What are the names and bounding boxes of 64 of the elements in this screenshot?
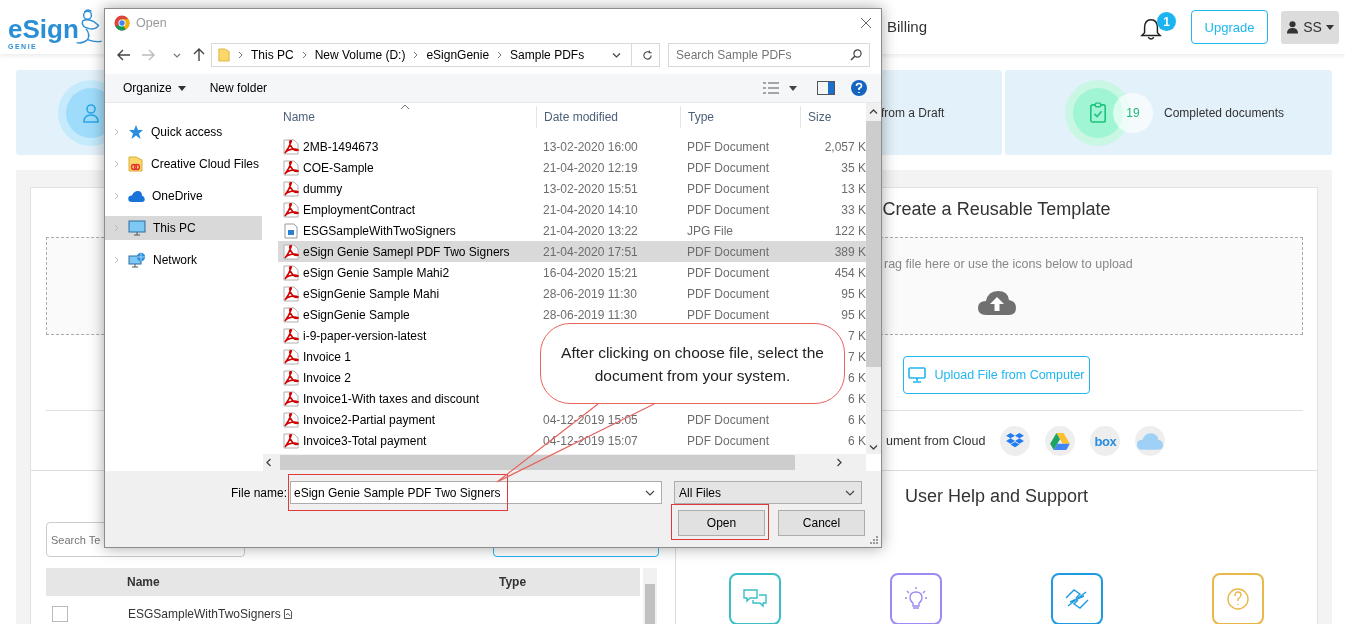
date-cell: 13-02-2020 16:00 xyxy=(543,139,638,154)
callout-text: After clicking on choose file, select the document from your system. xyxy=(560,342,825,386)
dialog-title: Open xyxy=(136,15,168,30)
file-name: i-9-paper-version-latest xyxy=(303,328,427,343)
file-name-label: File name: xyxy=(229,485,288,500)
date-cell: 28-06-2019 11:30 xyxy=(543,307,637,322)
section-title: User Help and Support xyxy=(904,485,1089,507)
type-cell: PDF Document xyxy=(687,286,770,301)
size-cell: 6 K xyxy=(848,433,866,448)
file-name: EmploymentContract xyxy=(303,202,416,217)
type-cell: PDF Document xyxy=(687,181,770,196)
size-cell: 33 K xyxy=(841,202,866,217)
file-name: dummy xyxy=(303,181,343,196)
table-cell: ESGSampleWithTwoSigners xyxy=(128,607,281,621)
section-title: Create a Reusable Template xyxy=(882,198,1111,220)
size-cell: 6 K xyxy=(848,370,866,385)
notification-badge: 1 xyxy=(1157,12,1176,31)
stat-label: from a Draft xyxy=(881,105,945,120)
size-cell: 389 K xyxy=(834,244,866,259)
file-name: Invoice 2 xyxy=(303,370,352,385)
size-cell: 6 K xyxy=(848,412,866,427)
column-header: Type xyxy=(499,575,527,589)
file-name: Invoice1-With taxes and discount xyxy=(303,391,480,406)
size-cell: 35 K xyxy=(841,160,866,175)
logo-text: eSign xyxy=(8,15,79,42)
type-cell: PDF Document xyxy=(687,265,770,280)
file-name: Invoice 1 xyxy=(303,349,352,364)
type-cell: PDF Document xyxy=(687,433,770,448)
type-cell: PDF Document xyxy=(687,412,770,427)
date-cell: 16-04-2020 15:21 xyxy=(543,265,638,280)
date-cell: 13-02-2020 15:51 xyxy=(543,181,638,196)
date-cell: 21-04-2020 14:10 xyxy=(543,202,638,217)
type-cell: JPG File xyxy=(687,223,733,238)
date-cell: 21-04-2020 17:51 xyxy=(543,244,638,259)
file-name: eSignGenie Sample xyxy=(303,307,410,322)
column-header: Name xyxy=(127,575,161,589)
file-name: COE-Sample xyxy=(303,160,374,175)
date-cell: 21-04-2020 13:22 xyxy=(543,223,638,238)
file-name: eSignGenie Sample Mahi xyxy=(303,286,440,301)
type-cell: PDF Document xyxy=(687,307,770,322)
date-cell: 21-04-2020 12:19 xyxy=(543,160,638,175)
type-cell: PDF Document xyxy=(687,160,770,175)
file-name: 2MB-1494673 xyxy=(303,139,379,154)
stat-label: Completed documents xyxy=(1164,105,1285,120)
date-cell: 28-06-2019 11:30 xyxy=(543,286,637,301)
size-cell: 7 K xyxy=(848,349,866,364)
cloud-label: ument from Cloud xyxy=(886,434,986,448)
file-name: Invoice3-Total payment xyxy=(303,433,427,448)
size-cell: 13 K xyxy=(841,181,866,196)
type-cell: PDF Document xyxy=(687,244,770,259)
size-cell: 6 K xyxy=(848,391,866,406)
type-cell: PDF Document xyxy=(687,139,770,154)
file-name: ESGSampleWithTwoSigners xyxy=(303,223,456,238)
file-name: eSign Genie Sample Mahi2 xyxy=(303,265,450,280)
file-name: eSign Genie Samepl PDF Two Signers xyxy=(303,244,510,259)
drop-hint: rag file here or use the icons below to upload xyxy=(884,257,1133,271)
size-cell: 122 K xyxy=(834,223,866,238)
size-cell: 95 K xyxy=(841,307,866,322)
type-cell: PDF Document xyxy=(687,202,770,217)
size-cell: 95 K xyxy=(841,286,866,301)
size-cell: 454 K xyxy=(834,265,866,280)
file-name: Invoice2-Partial payment xyxy=(303,412,436,427)
count-circle: 19 xyxy=(1113,92,1153,133)
size-cell: 2,057 K xyxy=(824,139,866,154)
